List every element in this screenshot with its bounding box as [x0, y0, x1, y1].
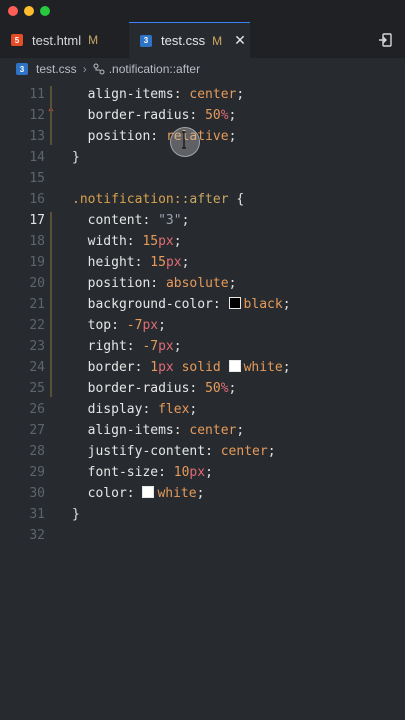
code-line[interactable]: 17 content: "3"; — [0, 210, 405, 231]
line-number: 14 — [29, 150, 45, 165]
code-line[interactable]: 16 .notification::after { — [0, 189, 405, 210]
minimize-window-button[interactable] — [24, 6, 34, 16]
code-text: align-items: center; — [72, 423, 245, 438]
window-titlebar — [0, 0, 405, 22]
code-text: align-items: center; — [72, 87, 245, 102]
line-number: 17 — [29, 213, 45, 228]
code-line[interactable]: 11 align-items: center; — [0, 84, 405, 105]
code-line[interactable]: 23 right: -7px; — [0, 336, 405, 357]
color-swatch-white[interactable] — [228, 360, 241, 372]
code-text: color: white; — [72, 486, 205, 501]
code-text: width: 15px; — [72, 234, 182, 249]
code-text: right: -7px; — [72, 339, 182, 354]
code-text: } — [72, 507, 80, 522]
code-line[interactable]: 15 — [0, 168, 405, 189]
git-change-gutter — [50, 212, 52, 397]
zoom-window-button[interactable] — [40, 6, 50, 16]
tab-label: test.css — [161, 33, 206, 48]
code-line[interactable]: 12 border-radius: 50%; — [0, 105, 405, 126]
code-line[interactable]: 19 height: 15px; — [0, 252, 405, 273]
color-swatch-black[interactable] — [228, 297, 241, 309]
breadcrumb-file[interactable]: test.css — [36, 62, 77, 76]
line-number: 13 — [29, 129, 45, 144]
code-text: content: "3"; — [72, 213, 190, 228]
code-text: top: -7px; — [72, 318, 166, 333]
chevron-right-icon: › — [82, 62, 87, 76]
line-number: 26 — [29, 402, 45, 417]
code-line[interactable]: 25 border-radius: 50%; — [0, 378, 405, 399]
code-line[interactable]: 21 background-color: black; — [0, 294, 405, 315]
line-number: 24 — [29, 360, 45, 375]
color-swatch-white[interactable] — [142, 486, 155, 498]
code-line[interactable]: 32 — [0, 525, 405, 546]
code-text: justify-content: center; — [72, 444, 276, 459]
code-text: border-radius: 50%; — [72, 108, 237, 123]
code-line[interactable]: 27 align-items: center; — [0, 420, 405, 441]
close-tab-icon[interactable]: ✕ — [234, 32, 246, 49]
code-line[interactable]: 26 display: flex; — [0, 399, 405, 420]
code-text: height: 15px; — [72, 255, 190, 270]
tab-bar: 5 test.html M 3 test.css M ✕ — [0, 22, 405, 58]
line-number: 31 — [29, 507, 45, 522]
code-text: font-size: 10px; — [72, 465, 213, 480]
line-number: 29 — [29, 465, 45, 480]
code-line[interactable]: 31} — [0, 504, 405, 525]
line-number: 21 — [29, 297, 45, 312]
line-number: 23 — [29, 339, 45, 354]
text-cursor-icon — [182, 131, 186, 149]
git-change-gutter — [50, 86, 52, 145]
line-number: 12 — [29, 108, 45, 123]
code-line[interactable]: 18 width: 15px; — [0, 231, 405, 252]
symbol-class-icon — [93, 63, 105, 75]
line-number: 15 — [29, 171, 45, 186]
code-line[interactable]: 14} — [0, 147, 405, 168]
code-text: display: flex; — [72, 402, 198, 417]
code-line[interactable]: 29 font-size: 10px; — [0, 462, 405, 483]
code-line[interactable]: 24 border: 1px solid white; — [0, 357, 405, 378]
line-number: 19 — [29, 255, 45, 270]
code-line[interactable]: 28 justify-content: center; — [0, 441, 405, 462]
modified-badge: M — [212, 33, 223, 48]
line-number: 18 — [29, 234, 45, 249]
tab-label: test.html — [32, 32, 82, 48]
code-line[interactable]: 30 color: white; — [0, 483, 405, 504]
breadcrumb: 3 test.css › .notification::after — [0, 58, 405, 80]
html5-file-icon: 5 — [11, 34, 23, 46]
line-number: 25 — [29, 381, 45, 396]
modified-badge: M — [88, 33, 99, 47]
code-text: border: 1px solid white; — [72, 360, 291, 375]
code-line[interactable]: 13 position: relative; — [0, 126, 405, 147]
open-changes-icon[interactable] — [377, 32, 393, 48]
line-number: 11 — [29, 87, 45, 102]
css3-file-icon: 3 — [140, 34, 152, 47]
code-text: position: relative; — [72, 129, 237, 144]
line-number: 16 — [29, 192, 45, 207]
line-number: 32 — [29, 528, 45, 543]
code-line[interactable]: 22 top: -7px; — [0, 315, 405, 336]
code-editor[interactable]: ▴ 11 align-items: center;12 border-radiu… — [0, 80, 405, 720]
line-number: 22 — [29, 318, 45, 333]
line-number: 28 — [29, 444, 45, 459]
breadcrumb-symbol[interactable]: .notification::after — [109, 62, 200, 76]
code-line[interactable]: 20 position: absolute; — [0, 273, 405, 294]
css3-file-icon: 3 — [16, 63, 28, 75]
close-window-button[interactable] — [8, 6, 18, 16]
line-number: 27 — [29, 423, 45, 438]
code-text: .notification::after { — [72, 192, 245, 207]
tab-test-html[interactable]: 5 test.html M — [0, 22, 128, 58]
code-text: position: absolute; — [72, 276, 237, 291]
code-text: border-radius: 50%; — [72, 381, 237, 396]
code-text: background-color: black; — [72, 297, 291, 312]
line-number: 30 — [29, 486, 45, 501]
line-number: 20 — [29, 276, 45, 291]
tab-test-css[interactable]: 3 test.css M ✕ — [129, 22, 250, 58]
code-text: } — [72, 150, 80, 165]
